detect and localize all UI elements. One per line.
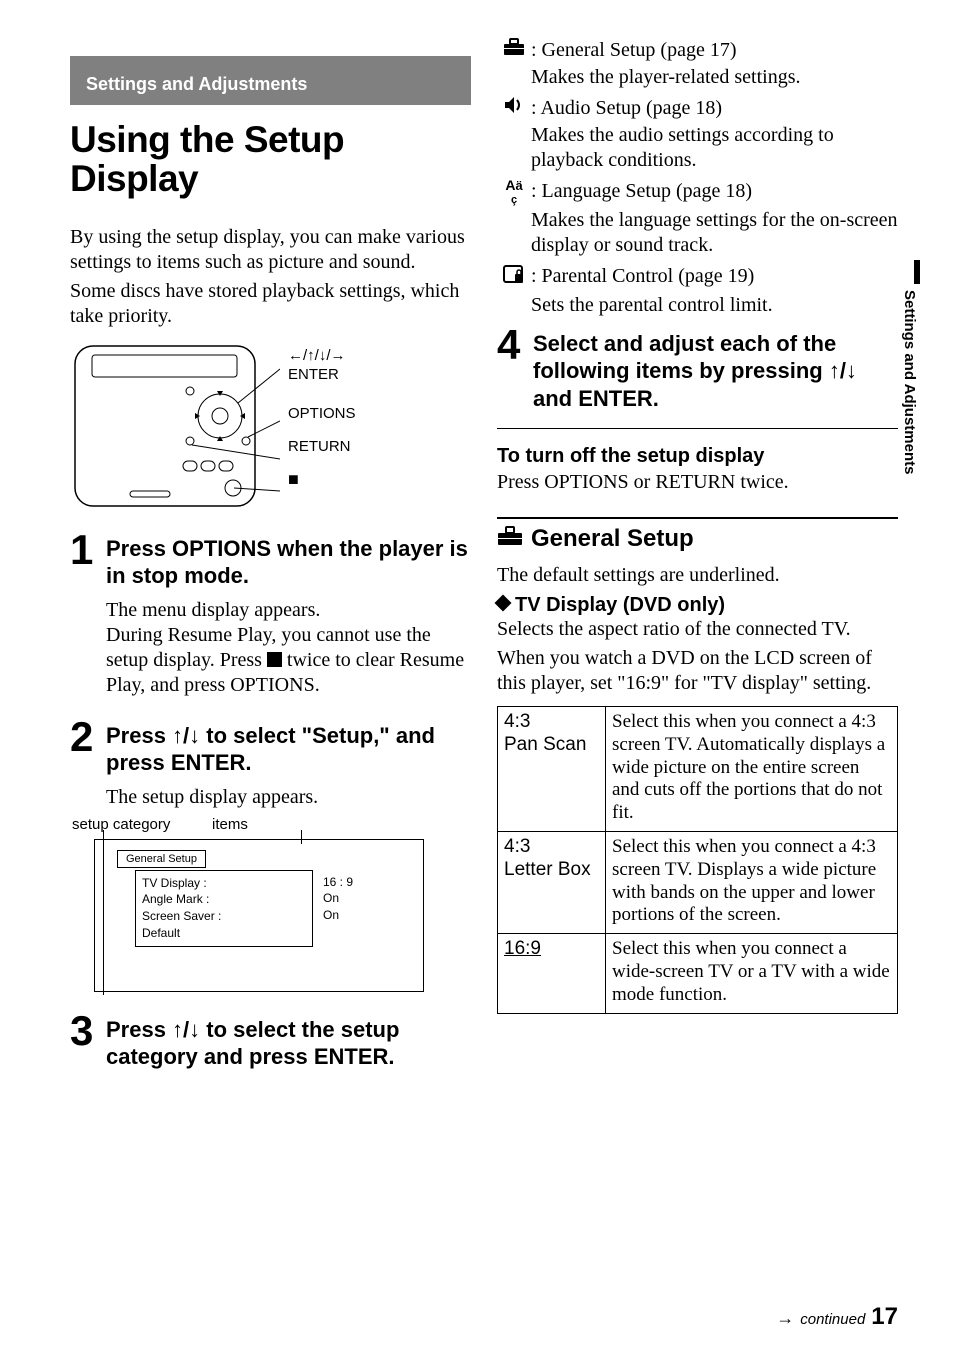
step-1-title: Press OPTIONS when the player is in stop… <box>106 529 471 590</box>
step-1-text-2: During Resume Play, you cannot use the s… <box>106 623 471 698</box>
intro-paragraph-1: By using the setup display, you can make… <box>70 225 471 275</box>
category-audio-title: : Audio Setup (page 18) <box>531 96 898 121</box>
tv-display-heading: TV Display (DVD only) <box>497 594 898 617</box>
option-key-1: 4:3 Letter Box <box>498 832 606 934</box>
option-val-2: Select this when you connect a wide-scre… <box>606 934 898 1013</box>
step-4-title: Select and adjust each of the following … <box>533 324 898 413</box>
remote-illustration <box>70 341 280 511</box>
category-general-desc: Makes the player-related settings. <box>531 65 898 90</box>
remote-label-arrows: ←/↑/↓/→ <box>288 347 356 364</box>
page-footer: → continued 17 <box>776 1303 898 1331</box>
page-number: 17 <box>871 1303 898 1331</box>
left-column: Settings and Adjustments Using the Setup… <box>70 38 471 1079</box>
tv-display-p1: Selects the aspect ratio of the connecte… <box>497 617 898 642</box>
step-1-text-1: The menu display appears. <box>106 598 471 623</box>
option-key-2: 16:9 <box>498 934 606 1013</box>
tv-display-p2: When you watch a DVD on the LCD screen o… <box>497 646 898 696</box>
preview-row-2-val: On <box>323 907 353 924</box>
remote-label-enter: ENTER <box>288 366 356 383</box>
tv-display-options-table: 4:3 Pan Scan Select this when you connec… <box>497 706 898 1014</box>
turnoff-text: Press OPTIONS or RETURN twice. <box>497 470 898 495</box>
side-tab-label: Settings and Adjustments <box>901 290 918 474</box>
step-2-title: Press ↑/↓ to select "Setup," and press E… <box>106 716 471 777</box>
preview-row-2-key: Screen Saver : <box>142 908 306 925</box>
general-setup-heading: General Setup <box>497 517 898 553</box>
label-items: items <box>212 816 248 833</box>
step-3-title: Press ↑/↓ to select the setup category a… <box>106 1010 471 1071</box>
option-val-0: Select this when you connect a 4:3 scree… <box>606 707 898 832</box>
section-header: Settings and Adjustments <box>70 56 471 105</box>
preview-row-0-key: TV Display : <box>142 875 306 892</box>
step-4: 4 Select and adjust each of the followin… <box>497 324 898 421</box>
remote-diagram: ←/↑/↓/→ ENTER OPTIONS RETURN ■ <box>70 341 471 511</box>
step-2-text: The setup display appears. <box>106 785 471 810</box>
continued-arrow-icon: → <box>776 1308 794 1329</box>
step-1: 1 Press OPTIONS when the player is in st… <box>70 529 471 698</box>
option-val-1: Select this when you connect a 4:3 scree… <box>606 832 898 934</box>
remote-label-return: RETURN <box>288 438 356 455</box>
intro-paragraph-2: Some discs have stored playback settings… <box>70 279 471 329</box>
category-audio-desc: Makes the audio settings according to pl… <box>531 123 898 173</box>
step-2: 2 Press ↑/↓ to select "Setup," and press… <box>70 716 471 992</box>
preview-row-1-key: Angle Mark : <box>142 891 306 908</box>
lock-icon <box>497 264 531 291</box>
preview-row-3-key: Default <box>142 925 306 942</box>
step-1-number: 1 <box>70 529 106 571</box>
toolbox-icon <box>497 525 523 553</box>
divider <box>497 428 898 429</box>
category-language-desc: Makes the language settings for the on-s… <box>531 208 898 258</box>
table-row: 4:3 Pan Scan Select this when you connec… <box>498 707 898 832</box>
table-row: 16:9 Select this when you connect a wide… <box>498 934 898 1013</box>
step-3-number: 3 <box>70 1010 106 1052</box>
speaker-icon <box>497 96 531 121</box>
toolbox-icon <box>497 38 531 63</box>
page-title: Using the Setup Display <box>70 121 471 199</box>
step-4-number: 4 <box>497 324 533 366</box>
right-column: : General Setup (page 17) Makes the play… <box>497 38 898 1079</box>
turnoff-heading: To turn off the setup display <box>497 445 898 468</box>
remote-label-options: OPTIONS <box>288 405 356 422</box>
category-parental-desc: Sets the parental control limit. <box>531 293 898 318</box>
label-setup-category: setup category <box>72 816 212 833</box>
remote-label-stop: ■ <box>288 469 356 490</box>
preview-category-tab: General Setup <box>117 850 206 868</box>
table-row: 4:3 Letter Box Select this when you conn… <box>498 832 898 934</box>
language-icon: Aäç <box>497 179 531 206</box>
diamond-icon <box>495 595 512 612</box>
category-language-title: : Language Setup (page 18) <box>531 179 898 204</box>
side-tab-marker <box>914 260 920 284</box>
preview-row-0-val: 16 : 9 <box>323 874 353 891</box>
stop-icon <box>267 652 282 667</box>
step-2-number: 2 <box>70 716 106 758</box>
general-setup-intro: The default settings are underlined. <box>497 563 898 588</box>
option-key-0: 4:3 Pan Scan <box>498 707 606 832</box>
step-3: 3 Press ↑/↓ to select the setup category… <box>70 1010 471 1079</box>
preview-row-1-val: On <box>323 890 353 907</box>
continued-label: continued <box>800 1311 865 1328</box>
setup-display-preview: General Setup TV Display : Angle Mark : … <box>94 839 424 992</box>
category-parental-title: : Parental Control (page 19) <box>531 264 898 289</box>
category-general-title: : General Setup (page 17) <box>531 38 898 63</box>
